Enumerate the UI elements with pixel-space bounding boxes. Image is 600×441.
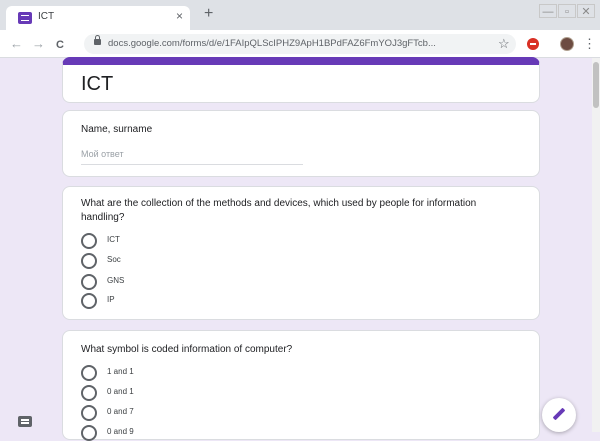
radio-button[interactable] [81, 385, 97, 401]
radio-button[interactable] [81, 253, 97, 269]
radio-button[interactable] [81, 233, 97, 249]
option-label: 0 and 7 [107, 407, 134, 416]
browser-tab[interactable]: ICT × [6, 6, 190, 30]
maximize-button[interactable]: ▫ [558, 4, 576, 18]
radio-button[interactable] [81, 365, 97, 381]
radio-button[interactable] [81, 293, 97, 309]
form-title: ICT [81, 73, 114, 95]
adblock-icon[interactable] [527, 38, 539, 50]
radio-button[interactable] [81, 425, 97, 441]
feedback-icon[interactable] [18, 416, 32, 427]
option-label: GNS [107, 276, 125, 285]
option-label: ICT [107, 235, 120, 244]
option-label: Soc [107, 255, 121, 264]
back-button[interactable]: ← [10, 36, 23, 52]
profile-avatar[interactable] [560, 37, 574, 51]
question-text: What are the collection of the methods a… [81, 198, 477, 223]
browser-menu-icon[interactable]: ⋮ [583, 36, 596, 52]
pencil-icon [552, 407, 566, 421]
name-question-label: Name, surname [81, 124, 153, 135]
question-card-2: What symbol is coded information of comp… [62, 330, 540, 441]
lock-icon [94, 35, 101, 45]
bookmark-star-icon[interactable]: ☆ [498, 36, 510, 52]
edit-form-button[interactable] [542, 398, 576, 432]
reload-button[interactable]: C [56, 37, 64, 53]
name-question-card: Name, surname Мой ответ [62, 110, 540, 177]
forward-button[interactable]: → [32, 36, 45, 52]
option-label: 0 and 1 [107, 387, 134, 396]
radio-button[interactable] [81, 274, 97, 290]
scrollbar-thumb[interactable] [593, 62, 599, 108]
name-answer-input[interactable]: Мой ответ [81, 149, 303, 165]
close-window-button[interactable]: ✕ [577, 4, 595, 18]
tab-title: ICT [38, 11, 55, 22]
radio-button[interactable] [81, 405, 97, 421]
minimize-button[interactable]: — [539, 4, 557, 18]
new-tab-button[interactable]: + [204, 6, 213, 22]
google-forms-icon [18, 12, 32, 24]
url-text[interactable]: docs.google.com/forms/d/e/1FAIpQLScIPHZ9… [108, 38, 490, 49]
tab-close-icon[interactable]: × [176, 9, 183, 23]
option-label: 1 and 1 [107, 367, 134, 376]
page-scrollbar[interactable] [592, 58, 600, 432]
option-label: IP [107, 295, 115, 304]
browser-toolbar: ← → C docs.google.com/forms/d/e/1FAIpQLS… [0, 30, 600, 58]
question-text: What symbol is coded information of comp… [81, 344, 293, 355]
question-card-1: What are the collection of the methods a… [62, 186, 540, 320]
form-title-card: ICT [62, 57, 540, 103]
address-bar[interactable]: docs.google.com/forms/d/e/1FAIpQLScIPHZ9… [84, 34, 516, 54]
tab-strip: ICT × + — ▫ ✕ [0, 0, 600, 30]
